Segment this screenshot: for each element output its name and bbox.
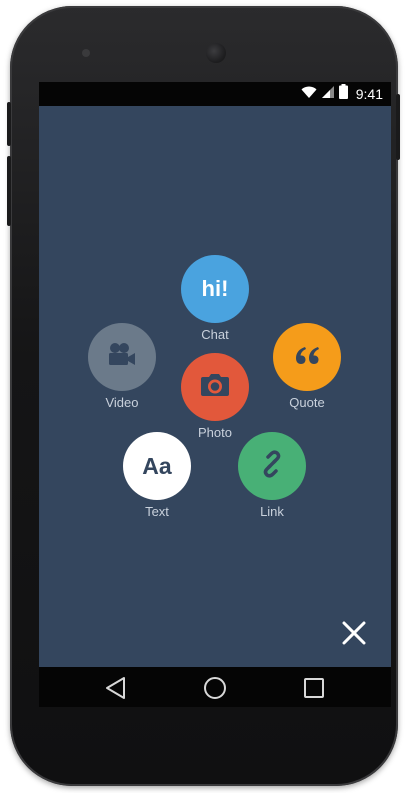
side-button-bottom — [7, 156, 11, 226]
photo-label: Photo — [198, 425, 232, 440]
phone-frame: 9:41 hi! Chat Quote Video Photo Aa Text … — [7, 6, 400, 786]
navigation-bar — [39, 667, 391, 707]
recents-button[interactable] — [301, 675, 327, 701]
status-time: 9:41 — [355, 86, 383, 102]
camera-icon — [200, 372, 230, 403]
home-icon — [202, 677, 228, 705]
photo-post-button[interactable] — [181, 353, 249, 421]
chat-post-button[interactable]: hi! — [181, 255, 249, 323]
text-glyph: Aa — [142, 452, 172, 479]
chat-label: Chat — [201, 327, 229, 342]
front-sensor — [82, 49, 90, 57]
back-button[interactable] — [103, 675, 129, 701]
video-label: Video — [105, 395, 139, 410]
battery-icon — [338, 84, 348, 104]
close-button[interactable] — [341, 620, 367, 646]
status-bar: 9:41 — [39, 82, 391, 106]
quote-post-button[interactable] — [273, 323, 341, 391]
quote-label: Quote — [289, 395, 325, 410]
video-post-button[interactable] — [88, 323, 156, 391]
text-post-button[interactable]: Aa — [123, 432, 191, 500]
side-button-top — [7, 102, 11, 146]
text-label: Text — [145, 504, 169, 519]
signal-icon — [321, 85, 335, 104]
status-icons: 9:41 — [301, 84, 383, 104]
recents-icon — [301, 678, 327, 705]
screen: 9:41 hi! Chat Quote Video Photo Aa Text … — [39, 82, 391, 707]
back-icon — [103, 677, 129, 705]
power-button — [396, 94, 400, 160]
link-label: Link — [260, 504, 284, 519]
video-camera-icon — [106, 341, 138, 374]
link-post-button[interactable] — [238, 432, 306, 500]
home-button[interactable] — [202, 675, 228, 701]
quote-icon — [294, 344, 320, 371]
link-icon — [257, 449, 287, 484]
wifi-icon — [301, 85, 317, 104]
close-icon — [341, 621, 367, 650]
front-camera — [206, 43, 226, 63]
chat-glyph: hi! — [201, 276, 229, 301]
